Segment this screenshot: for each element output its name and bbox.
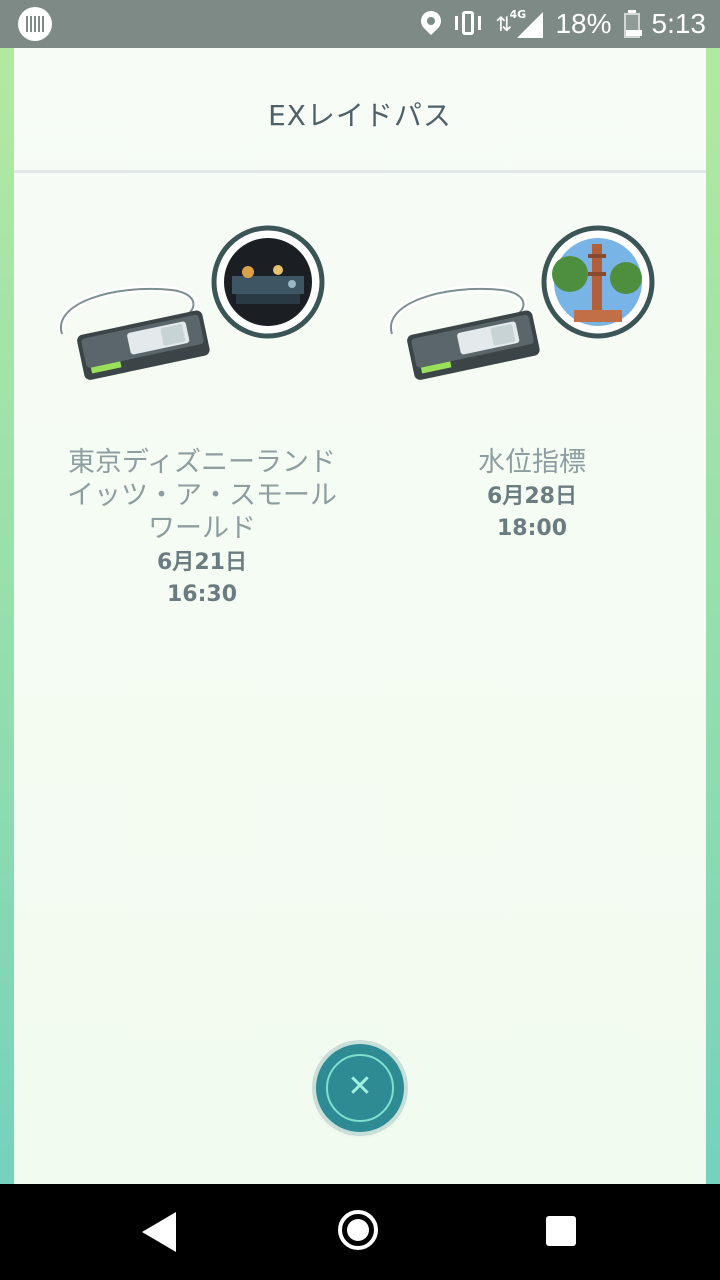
raid-pass-icon xyxy=(387,285,540,380)
pass-date: 6月21日 xyxy=(157,550,247,575)
header-divider xyxy=(14,170,706,173)
pass-1-visual xyxy=(57,225,325,380)
close-icon: ✕ xyxy=(347,1069,373,1104)
clock: 5:13 xyxy=(651,8,707,39)
page-title: EXレイドパス xyxy=(268,99,452,132)
location-icon xyxy=(421,11,441,37)
notification-icon xyxy=(18,7,52,41)
pass-2-visual xyxy=(387,225,655,380)
pass-time: 16:30 xyxy=(166,582,238,607)
status-bar: ⇅ 4G 18% 5:13 xyxy=(0,0,720,48)
pass-item-2[interactable]: 水位指標 6月28日 18:00 xyxy=(382,224,682,541)
location-name: 東京ディズニーランド xyxy=(67,447,337,478)
pass-item-1[interactable]: 東京ディズニーランド イッツ・ア・スモール ワールド 6月21日 16:30 xyxy=(52,224,352,607)
location-photo xyxy=(211,225,325,339)
ex-raid-pass-panel: EXレイドパス 東京ディズニーランド イッツ・ア・スモール ワールド 6月21日… xyxy=(14,48,706,1184)
pass-date: 6月28日 xyxy=(487,484,577,509)
navigation-bar xyxy=(0,1184,720,1280)
back-icon[interactable] xyxy=(142,1212,176,1252)
close-button[interactable]: ✕ xyxy=(316,1044,404,1132)
location-photo xyxy=(541,225,655,339)
location-name: イッツ・ア・スモール xyxy=(67,480,337,511)
recents-icon[interactable] xyxy=(546,1216,576,1246)
pass-time: 18:00 xyxy=(496,516,568,541)
raid-pass-icon xyxy=(57,285,210,380)
home-icon[interactable] xyxy=(338,1210,378,1250)
battery-percent: 18% xyxy=(555,8,612,39)
vibrate-icon xyxy=(453,11,483,37)
location-name: 水位指標 xyxy=(478,447,586,478)
location-name: ワールド xyxy=(148,513,256,544)
pass-1-info: 東京ディズニーランド イッツ・ア・スモール ワールド 6月21日 16:30 xyxy=(52,446,352,611)
signal-icon: ⇅ 4G xyxy=(495,8,544,38)
pass-2-info: 水位指標 6月28日 18:00 xyxy=(382,446,682,545)
header: EXレイドパス xyxy=(14,48,706,173)
battery-icon xyxy=(623,10,642,38)
